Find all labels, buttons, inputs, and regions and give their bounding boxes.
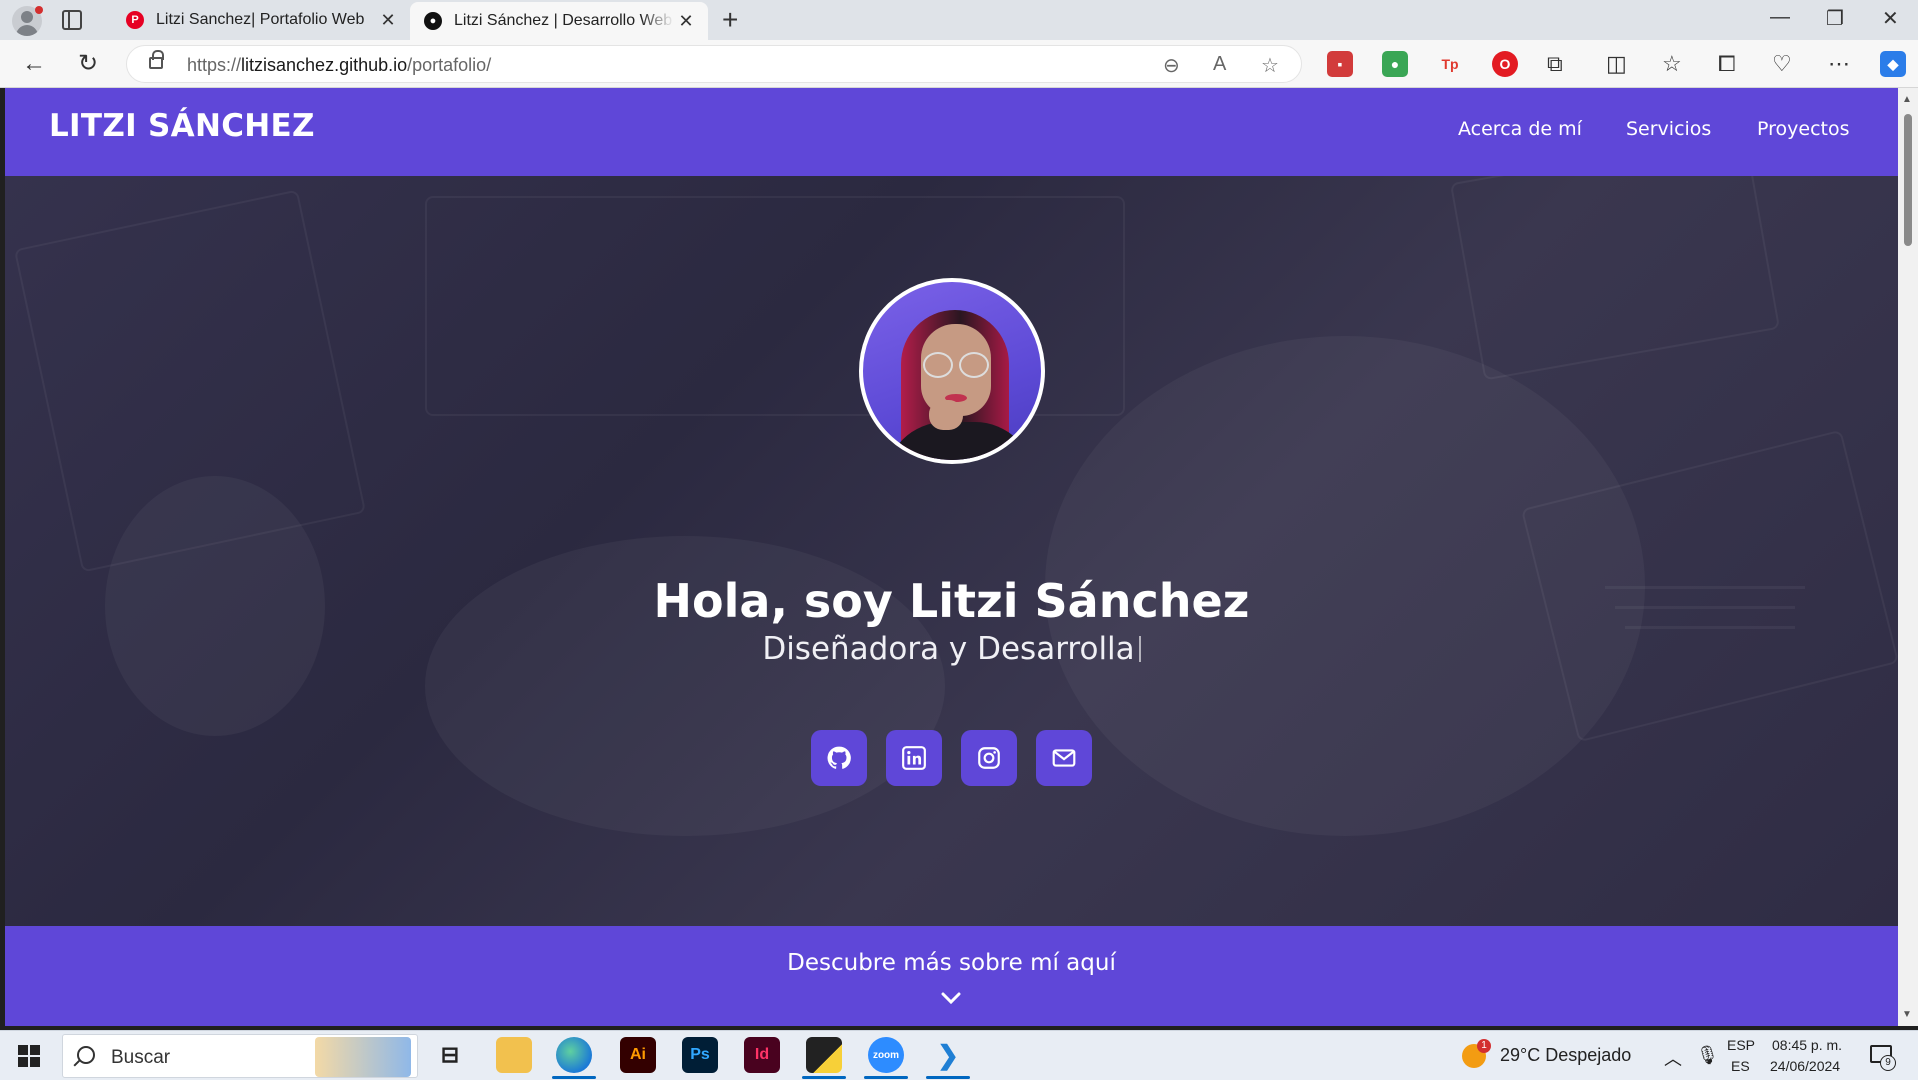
- notification-count: 9: [1880, 1055, 1896, 1071]
- extensions-puzzle-icon[interactable]: ⧉: [1547, 51, 1563, 77]
- chevron-up-icon[interactable]: ︿: [1664, 1045, 1682, 1071]
- sticky-notes-icon[interactable]: [802, 1037, 846, 1079]
- email-link[interactable]: [1036, 730, 1092, 786]
- site-brand[interactable]: LITZI SÁNCHEZ: [49, 108, 315, 144]
- microphone-icon[interactable]: 🎙: [1696, 1045, 1719, 1066]
- tab-title: Litzi Sánchez | Desarrollo Web Fr: [454, 12, 674, 29]
- photoshop-icon[interactable]: Ps: [682, 1037, 718, 1073]
- more-menu-icon[interactable]: ⋯: [1828, 51, 1850, 77]
- discover-more-bar[interactable]: Descubre más sobre mí aquí: [5, 926, 1898, 1026]
- collections-icon[interactable]: ⧠: [1718, 51, 1736, 77]
- nav-link-proyectos[interactable]: Proyectos: [1757, 118, 1850, 140]
- read-aloud-icon[interactable]: A: [1213, 53, 1226, 76]
- clock-time[interactable]: 08:45 p. m.: [1772, 1037, 1842, 1053]
- taskbar-search-box[interactable]: Buscar: [62, 1034, 418, 1078]
- social-links: [811, 730, 1092, 786]
- extension-shield-icon[interactable]: O: [1492, 51, 1518, 77]
- page-scrollbar[interactable]: ▲ ▼: [1898, 88, 1918, 1026]
- mail-icon: [1052, 749, 1076, 767]
- page-viewport: LITZI SÁNCHEZ Acerca de mí Servicios Pro…: [5, 88, 1898, 1026]
- close-icon[interactable]: ✕: [376, 10, 400, 31]
- copilot-icon[interactable]: ◆: [1880, 51, 1906, 77]
- browser-toolbar: ← ↻ https://litzisanchez.github.io/porta…: [0, 40, 1918, 88]
- indesign-icon[interactable]: Id: [744, 1037, 780, 1073]
- minimize-icon[interactable]: —: [1770, 6, 1790, 29]
- hero-section: Hola, soy Litzi Sánchez Diseñadora y Des…: [5, 176, 1898, 926]
- tab-actions-icon[interactable]: [62, 10, 82, 30]
- vscode-icon[interactable]: ❯: [926, 1037, 970, 1079]
- lock-icon[interactable]: [149, 50, 164, 69]
- profile-photo: [859, 278, 1045, 464]
- file-explorer-icon[interactable]: [496, 1037, 532, 1073]
- pinterest-icon: P: [126, 11, 144, 29]
- close-icon[interactable]: ✕: [674, 11, 698, 32]
- github-icon: [827, 746, 851, 769]
- hero-subtitle: Diseñadora y Desarrolla: [5, 631, 1898, 667]
- clock-date[interactable]: 24/06/2024: [1770, 1058, 1840, 1074]
- extension-tp-icon[interactable]: Tp: [1437, 51, 1463, 77]
- nav-link-acerca[interactable]: Acerca de mí: [1458, 118, 1582, 140]
- linkedin-link[interactable]: [886, 730, 942, 786]
- profile-notification-dot: [35, 6, 43, 14]
- site-navbar: LITZI SÁNCHEZ Acerca de mí Servicios Pro…: [5, 88, 1898, 176]
- zoom-icon[interactable]: zoom: [864, 1037, 908, 1079]
- tab-desarrollo-web[interactable]: ● Litzi Sánchez | Desarrollo Web Fr ✕: [410, 2, 708, 40]
- github-link[interactable]: [811, 730, 867, 786]
- back-arrow-icon[interactable]: ←: [22, 50, 46, 78]
- search-highlight-image: [315, 1037, 411, 1077]
- extension-frog-icon[interactable]: ●: [1382, 51, 1408, 77]
- search-icon: [77, 1046, 95, 1064]
- browser-essentials-icon[interactable]: ♡: [1772, 51, 1792, 77]
- hero-headline: Hola, soy Litzi Sánchez: [653, 574, 1250, 628]
- search-placeholder: Buscar: [111, 1047, 171, 1068]
- language-secondary[interactable]: ES: [1731, 1058, 1750, 1074]
- illustrator-icon[interactable]: Ai: [620, 1037, 656, 1073]
- url-text[interactable]: https://litzisanchez.github.io/portafoli…: [187, 55, 491, 76]
- extension-red-icon[interactable]: ▪: [1327, 51, 1353, 77]
- favorites-icon[interactable]: ☆: [1662, 51, 1682, 77]
- browser-tab-bar: P Litzi Sanchez| Portafolio Web ✕ ● Litz…: [0, 0, 1918, 40]
- task-view-icon[interactable]: ⊟: [432, 1037, 468, 1073]
- language-primary[interactable]: ESP: [1727, 1037, 1755, 1053]
- tab-title: Litzi Sanchez| Portafolio Web: [156, 11, 365, 28]
- favorite-star-icon[interactable]: ☆: [1261, 53, 1279, 78]
- window-close-icon[interactable]: ✕: [1882, 6, 1899, 31]
- instagram-icon: [978, 747, 1000, 769]
- address-bar[interactable]: https://litzisanchez.github.io/portafoli…: [126, 45, 1302, 83]
- refresh-icon[interactable]: ↻: [78, 50, 98, 78]
- zoom-out-icon[interactable]: ⊖: [1163, 53, 1180, 78]
- scroll-down-arrow-icon[interactable]: ▼: [1902, 1009, 1912, 1020]
- split-screen-icon[interactable]: ◫: [1606, 51, 1627, 77]
- github-icon: ●: [424, 12, 442, 30]
- new-tab-plus-icon[interactable]: +: [722, 4, 738, 36]
- discover-more-text[interactable]: Descubre más sobre mí aquí: [5, 950, 1898, 976]
- chevron-down-icon[interactable]: [941, 988, 961, 1008]
- instagram-link[interactable]: [961, 730, 1017, 786]
- scrollbar-thumb[interactable]: [1904, 114, 1912, 246]
- weather-badge: 1: [1477, 1039, 1491, 1053]
- scroll-up-arrow-icon[interactable]: ▲: [1902, 94, 1912, 105]
- tab-portafolio-web[interactable]: P Litzi Sanchez| Portafolio Web ✕: [112, 0, 410, 40]
- windows-taskbar: Buscar ⊟ Ai Ps Id zoom ❯ 1 29°C Despejad…: [0, 1030, 1918, 1080]
- linkedin-icon: [902, 746, 926, 770]
- background-paper: [1449, 176, 1781, 381]
- windows-start-icon[interactable]: [18, 1045, 40, 1067]
- nav-link-servicios[interactable]: Servicios: [1626, 118, 1711, 140]
- typing-caret: [1138, 636, 1141, 662]
- edge-icon[interactable]: [552, 1037, 596, 1079]
- weather-text[interactable]: 29°C Despejado: [1500, 1045, 1631, 1066]
- restore-icon[interactable]: ❐: [1826, 6, 1844, 31]
